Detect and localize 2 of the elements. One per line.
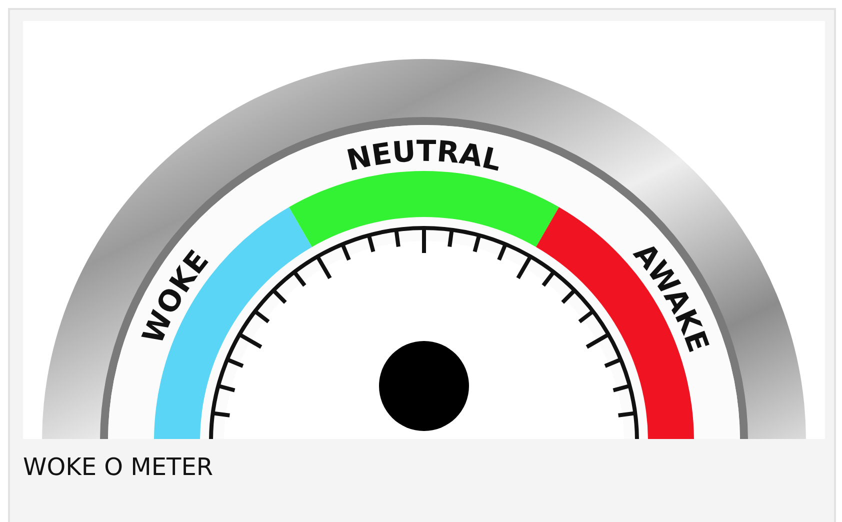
zone-label: NEUTRAL xyxy=(344,134,505,178)
image-caption: WOKE O METER xyxy=(23,453,214,482)
